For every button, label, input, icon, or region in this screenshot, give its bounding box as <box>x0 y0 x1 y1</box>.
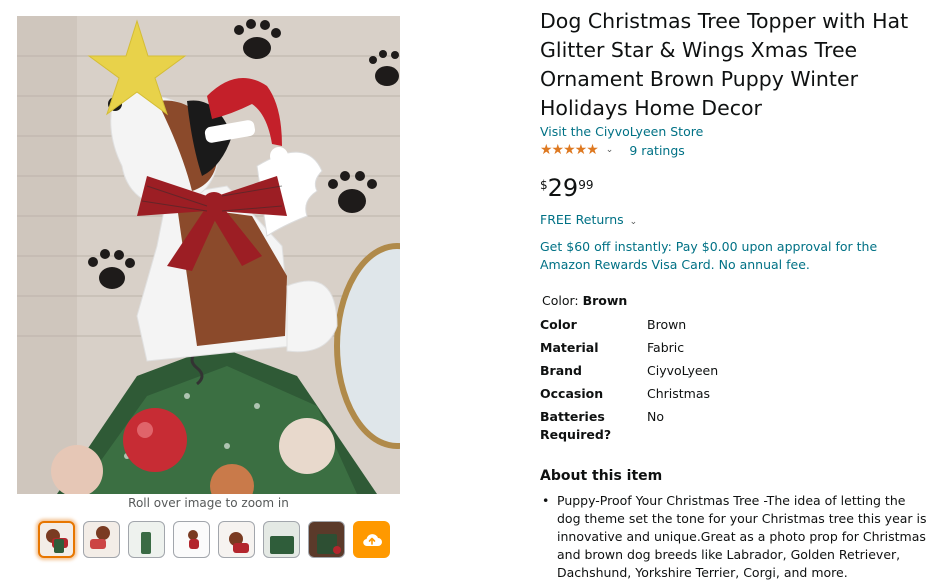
rating-row: ★★★★★ ⌄ 9 ratings <box>540 142 685 158</box>
chevron-down-icon: ⌄ <box>629 217 638 227</box>
spec-key: Color <box>540 317 577 332</box>
zoom-hint: Roll over image to zoom in <box>128 496 289 510</box>
thumbnail-image <box>141 532 151 554</box>
free-returns-link[interactable]: FREE Returns ⌄ <box>540 212 637 227</box>
cloud-upload-icon <box>362 533 382 546</box>
spec-value: No <box>647 409 664 424</box>
ratings-count-link[interactable]: 9 ratings <box>629 143 684 158</box>
thumbnail-5[interactable] <box>218 521 255 558</box>
spec-row: Brand CiyvoLyeen <box>540 362 718 380</box>
thumbnail-6[interactable] <box>263 521 300 558</box>
chevron-down-icon[interactable]: ⌄ <box>606 145 614 155</box>
thumbnail-image <box>270 536 294 554</box>
thumbnail-image <box>96 526 110 540</box>
bullet-text: Puppy-Proof Your Christmas Tree -The ide… <box>557 493 927 580</box>
thumbnail-2[interactable] <box>83 521 120 558</box>
about-bullets: • Puppy-Proof Your Christmas Tree -The i… <box>540 492 932 582</box>
main-product-image[interactable] <box>17 16 400 494</box>
store-link[interactable]: Visit the CiyvoLyeen Store <box>540 124 703 139</box>
spec-value: Brown <box>647 317 687 332</box>
thumbnail-7[interactable] <box>308 521 345 558</box>
thumbnail-4[interactable] <box>173 521 210 558</box>
price-whole: 29 <box>547 174 579 202</box>
spec-value: Fabric <box>647 340 685 355</box>
spec-value: CiyvoLyeen <box>647 363 719 378</box>
spec-row: Occasion Christmas <box>540 385 718 403</box>
product-photo <box>17 16 400 494</box>
spec-key: Batteries Required? <box>540 409 612 442</box>
price: $ 29 99 <box>540 174 593 202</box>
spec-key: Occasion <box>540 386 604 401</box>
product-specs-table: Color Brown Material Fabric Brand CiyvoL… <box>540 316 718 449</box>
spec-value: Christmas <box>647 386 711 401</box>
color-value: Brown <box>582 293 628 308</box>
about-heading: About this item <box>540 468 663 484</box>
upload-photo-button[interactable] <box>353 521 390 558</box>
returns-label: FREE Returns <box>540 212 624 227</box>
spec-row: Material Fabric <box>540 339 718 357</box>
price-fraction: 99 <box>578 178 594 192</box>
price-symbol: $ <box>540 178 548 192</box>
spec-key: Material <box>540 340 599 355</box>
spec-row: Batteries Required? No <box>540 408 718 444</box>
credit-card-offer-link[interactable]: Get $60 off instantly: Pay $0.00 upon ap… <box>540 238 920 274</box>
spec-key: Brand <box>540 363 582 378</box>
spec-row: Color Brown <box>540 316 718 334</box>
color-label: Color: <box>542 293 583 308</box>
bullet-icon: • <box>542 493 550 508</box>
color-selection: Color: Brown <box>542 293 627 308</box>
thumbnail-3[interactable] <box>128 521 165 558</box>
star-rating-icon[interactable]: ★★★★★ <box>540 142 599 158</box>
list-item: • Puppy-Proof Your Christmas Tree -The i… <box>540 492 932 582</box>
product-title: Dog Christmas Tree Topper with Hat Glitt… <box>540 9 909 120</box>
thumbnail-1[interactable] <box>38 521 75 558</box>
thumbnail-strip <box>38 521 390 558</box>
